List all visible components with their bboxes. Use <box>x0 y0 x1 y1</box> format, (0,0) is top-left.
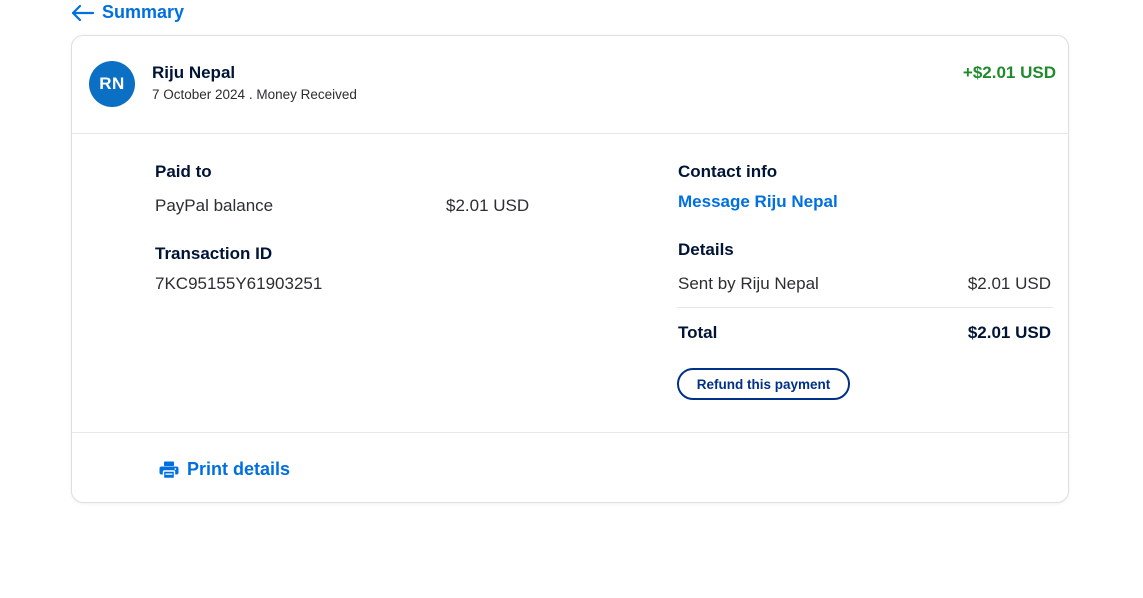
print-details-link[interactable]: Print details <box>159 459 290 480</box>
message-counterparty-link[interactable]: Message Riju Nepal <box>678 192 838 212</box>
total-label: Total <box>678 323 718 342</box>
contact-info-title: Contact info <box>678 162 778 181</box>
subline-separator: . <box>245 87 257 102</box>
paid-to-method: PayPal balance <box>155 196 274 215</box>
printer-icon <box>159 461 179 479</box>
counterparty-name: Riju Nepal <box>152 63 236 82</box>
paid-to-amount: $2.01 USD <box>446 196 530 215</box>
transaction-card: RN Riju Nepal 7 October 2024 . Money Rec… <box>71 35 1069 503</box>
total-amount: $2.01 USD <box>967 323 1051 342</box>
footer-divider <box>72 432 1068 433</box>
transaction-amount: +$2.01 USD <box>962 63 1056 82</box>
avatar: RN <box>89 61 135 107</box>
details-line-amount: $2.01 USD <box>967 274 1051 293</box>
transaction-header: RN Riju Nepal 7 October 2024 . Money Rec… <box>72 36 1068 134</box>
print-label: Print details <box>187 459 291 479</box>
transaction-type: Money Received <box>256 87 357 102</box>
details-divider <box>677 307 1053 308</box>
transaction-date: 7 October 2024 <box>152 87 246 102</box>
arrow-left-icon <box>72 4 94 21</box>
paid-to-title: Paid to <box>155 162 212 181</box>
transaction-subline: 7 October 2024 . Money Received <box>152 87 357 102</box>
details-title: Details <box>678 240 734 259</box>
details-line-label: Sent by Riju Nepal <box>678 274 819 293</box>
avatar-initials: RN <box>99 74 125 93</box>
back-to-summary-link[interactable]: Summary <box>72 2 184 23</box>
back-label: Summary <box>102 2 185 22</box>
transaction-id-title: Transaction ID <box>155 244 273 263</box>
refund-button[interactable]: Refund this payment <box>677 368 850 400</box>
transaction-id-value: 7KC95155Y61903251 <box>155 274 323 293</box>
